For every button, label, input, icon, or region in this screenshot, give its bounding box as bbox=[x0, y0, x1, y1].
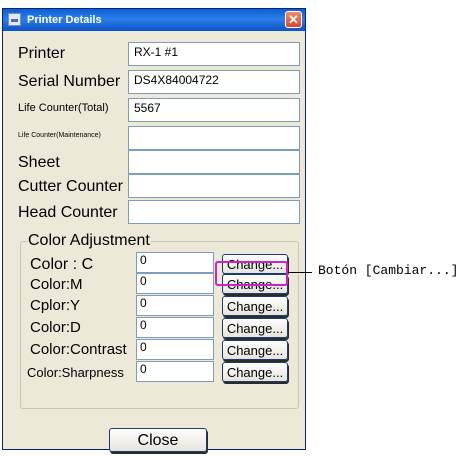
cutter-counter-field[interactable] bbox=[128, 174, 300, 198]
color-c-field[interactable]: 0 bbox=[136, 252, 214, 273]
color-contrast-label: Color:Contrast bbox=[30, 341, 127, 358]
serial-number-label: Serial Number bbox=[18, 73, 121, 90]
title-bar[interactable]: Printer Details ✕ bbox=[3, 9, 305, 31]
printer-icon bbox=[8, 13, 21, 26]
sheet-label: Sheet bbox=[18, 154, 60, 171]
color-m-label: Color:M bbox=[30, 276, 83, 293]
printer-details-window: Printer Details ✕ Printer RX-1 #1 Serial… bbox=[2, 8, 306, 450]
color-sharpness-field[interactable]: 0 bbox=[136, 361, 214, 382]
printer-field[interactable]: RX-1 #1 bbox=[128, 42, 300, 66]
cutter-counter-label: Cutter Counter bbox=[18, 178, 123, 195]
serial-number-field[interactable]: DS4X84004722 bbox=[128, 70, 300, 94]
window-title: Printer Details bbox=[27, 14, 102, 26]
color-y-change-button[interactable]: Change... bbox=[222, 296, 288, 316]
color-contrast-field[interactable]: 0 bbox=[136, 339, 214, 360]
life-counter-maintenance-field[interactable] bbox=[128, 126, 300, 150]
callout-line bbox=[288, 272, 312, 273]
close-button[interactable]: Close bbox=[109, 428, 207, 452]
change-button-highlight bbox=[215, 261, 288, 286]
life-counter-maintenance-label: Life Counter(Maintenance) bbox=[18, 132, 101, 139]
head-counter-label: Head Counter bbox=[18, 204, 118, 221]
color-d-label: Color:D bbox=[30, 319, 81, 336]
window-client: Printer RX-1 #1 Serial Number DS4X840047… bbox=[3, 31, 305, 449]
printer-label: Printer bbox=[18, 45, 66, 62]
color-adjustment-title: Color Adjustment bbox=[27, 232, 151, 250]
sheet-field[interactable] bbox=[128, 150, 300, 174]
color-sharpness-label: Color:Sharpness bbox=[27, 365, 124, 380]
color-d-change-button[interactable]: Change... bbox=[222, 318, 288, 338]
color-contrast-change-button[interactable]: Change... bbox=[222, 340, 288, 360]
head-counter-field[interactable] bbox=[128, 200, 300, 224]
color-d-field[interactable]: 0 bbox=[136, 317, 214, 338]
close-icon[interactable]: ✕ bbox=[285, 11, 302, 28]
color-y-label: Cplor:Y bbox=[30, 297, 81, 314]
callout-label: Botón [Cambiar...] bbox=[318, 263, 459, 278]
color-c-label: Color : C bbox=[30, 256, 94, 273]
color-m-field[interactable]: 0 bbox=[136, 273, 214, 294]
life-counter-total-label: Life Counter(Total) bbox=[18, 102, 109, 114]
color-y-field[interactable]: 0 bbox=[136, 295, 214, 316]
life-counter-total-field[interactable]: 5567 bbox=[128, 98, 300, 122]
color-sharpness-change-button[interactable]: Change... bbox=[222, 362, 288, 382]
